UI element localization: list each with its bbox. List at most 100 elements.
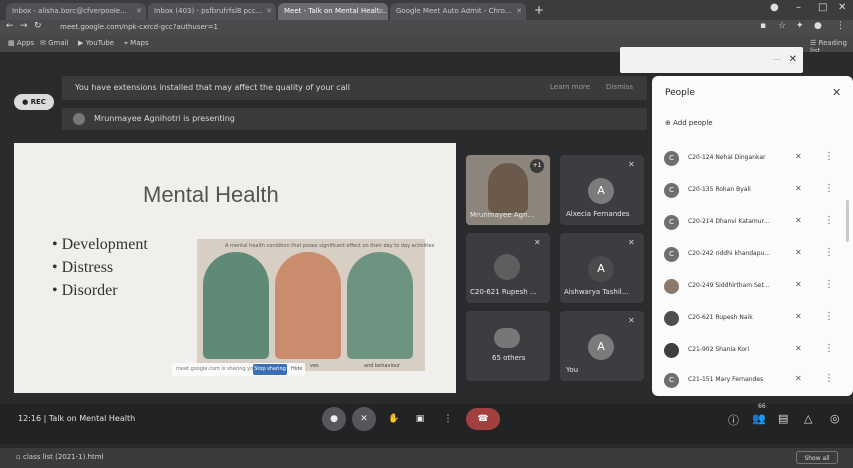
participant-row[interactable]: C C20-135 Rohan Byali ✕ ⋮ [664, 183, 844, 199]
participant-name: C20-621 Rupesh Naik [688, 314, 753, 321]
download-item[interactable]: ▫ class list (2021-1).html [16, 453, 104, 461]
apps-icon: ▦ [8, 39, 17, 47]
mic-off-icon: ✕ [534, 238, 541, 247]
activities-icon[interactable]: △ [804, 412, 812, 425]
participant-row[interactable]: C20-621 Rupesh Naik ✕ ⋮ [664, 311, 844, 327]
participant-row[interactable]: C C20-214 Dhanvi Katamur... ✕ ⋮ [664, 215, 844, 231]
browser-tab-3[interactable]: Meet - Talk on Mental Healt... ✕ [278, 3, 388, 20]
close-icon[interactable]: ✕ [266, 3, 272, 20]
present-button[interactable]: ▣ [408, 407, 432, 431]
close-icon[interactable]: ✕ [136, 3, 142, 20]
minimize-icon[interactable]: – [796, 2, 801, 13]
download-filename: class list (2021-1).html [22, 453, 104, 461]
add-people-button[interactable]: ⊕ Add people [665, 119, 713, 127]
mic-off-icon: ✕ [795, 248, 802, 257]
profile-icon[interactable]: ● [770, 2, 779, 13]
participant-name: C21-902 Shania Kori [688, 346, 750, 353]
participant-row[interactable]: C21-902 Shania Kori ✕ ⋮ [664, 343, 844, 359]
avatar [664, 343, 679, 358]
slide-caption: and behaviour [364, 363, 401, 369]
more-options-icon[interactable]: ⋮ [824, 279, 834, 290]
more-options-icon[interactable]: ⋮ [824, 373, 834, 384]
illustration-panel [347, 252, 413, 359]
learn-more-link[interactable]: Learn more [550, 83, 590, 91]
more-options-icon[interactable]: ⋮ [824, 183, 834, 194]
window-close-icon[interactable]: ✕ [838, 2, 846, 13]
info-icon[interactable]: ⓘ [728, 412, 739, 428]
url-field[interactable]: meet.google.com/npk-cxrcd-gcc?authuser=1 [60, 23, 218, 31]
others-avatar-group [494, 328, 520, 348]
hide-button[interactable]: Hide [291, 364, 303, 375]
participant-video-tile[interactable]: +1 Mrunmayee Agn... [466, 155, 550, 225]
avatar: C [664, 151, 679, 166]
participant-name: Mrunmayee Agn... [470, 211, 535, 219]
dots-icon: ⋯ [773, 55, 781, 64]
browser-tab-2[interactable]: Inbox (403) - psfbrufrfsl8 pcc... ✕ [148, 3, 276, 20]
avatar: C [664, 247, 679, 262]
raise-hand-button[interactable]: ✋ [382, 407, 406, 431]
avatar-icon[interactable]: ● [814, 21, 822, 31]
close-icon[interactable]: ✕ [378, 3, 384, 20]
new-tab-icon[interactable]: + [534, 3, 544, 17]
browser-tab-1[interactable]: Inbox - alisha.borc@cfverpoole... ✕ [6, 3, 146, 20]
separator: | [41, 414, 49, 423]
extension-popup[interactable]: ⋯ ✕ [620, 47, 803, 73]
avatar [494, 254, 520, 280]
star-icon[interactable]: ☆ [778, 21, 786, 31]
puzzle-icon[interactable]: ✦ [796, 21, 804, 31]
reload-icon[interactable]: ↻ [34, 21, 42, 31]
more-options-icon[interactable]: ⋮ [824, 247, 834, 258]
extension-icon[interactable]: ▪ [760, 21, 766, 31]
dismiss-link[interactable]: Dismiss [606, 83, 633, 91]
bookmark-label: Maps [130, 39, 149, 47]
more-options-icon[interactable]: ⋮ [824, 151, 834, 162]
leave-call-button[interactable]: ☎ [466, 408, 500, 430]
host-controls-icon[interactable]: ◎ [830, 412, 840, 425]
participant-row[interactable]: C20-249 Siddhirtham Set... ✕ ⋮ [664, 279, 844, 295]
panel-scrollbar[interactable] [846, 200, 849, 242]
presenter-avatar [73, 113, 85, 125]
others-count: 65 others [492, 354, 526, 362]
meeting-details[interactable]: 12:16 | Talk on Mental Health [18, 414, 135, 423]
bookmark-maps[interactable]: ⌖ Maps [124, 39, 149, 48]
people-icon: 👥 [752, 412, 766, 425]
bookmark-youtube[interactable]: ▶ YouTube [78, 39, 114, 47]
speaking-badge: +1 [530, 159, 544, 173]
close-icon[interactable]: ✕ [789, 54, 797, 65]
participant-row[interactable]: C C20-242 riddhi khandapu... ✕ ⋮ [664, 247, 844, 263]
back-icon[interactable]: ← [6, 21, 14, 31]
participant-row[interactable]: C C20-124 Nehal Dingankar ✕ ⋮ [664, 151, 844, 167]
bookmark-apps[interactable]: ▦ Apps [8, 39, 34, 47]
mic-icon: ● [330, 414, 338, 424]
maximize-icon[interactable]: □ [818, 2, 827, 13]
close-icon[interactable]: ✕ [516, 3, 522, 20]
close-icon[interactable]: ✕ [832, 86, 841, 99]
tab-title: Google Meet Auto Admit - Chro... [396, 7, 512, 15]
bookmark-label: Gmail [48, 39, 69, 47]
avatar: A [588, 334, 614, 360]
participant-row[interactable]: C C21-151 Mary Fernandes ✕ ⋮ [664, 373, 844, 389]
mic-off-icon: ✕ [795, 344, 802, 353]
more-options-button[interactable]: ⋮ [436, 407, 460, 431]
forward-icon[interactable]: → [20, 21, 28, 31]
camera-off-icon: ✕ [360, 414, 368, 424]
mic-toggle-button[interactable]: ● [322, 407, 346, 431]
chat-icon[interactable]: ▤ [778, 412, 788, 425]
camera-toggle-button[interactable]: ✕ [352, 407, 376, 431]
mic-off-icon: ✕ [795, 280, 802, 289]
more-options-icon[interactable]: ⋮ [824, 343, 834, 354]
recording-badge: ● REC [14, 94, 54, 110]
stop-sharing-button[interactable]: Stop sharing [253, 364, 287, 375]
people-button[interactable]: 👥 [752, 412, 766, 425]
more-options-icon[interactable]: ⋮ [824, 311, 834, 322]
participant-name: C20-214 Dhanvi Katamur... [688, 218, 770, 225]
browser-tab-4[interactable]: Google Meet Auto Admit - Chro... ✕ [390, 3, 526, 20]
more-options-icon[interactable]: ⋮ [824, 215, 834, 226]
meeting-time: 12:16 [18, 414, 42, 423]
mic-off-icon: ✕ [795, 312, 802, 321]
bookmark-gmail[interactable]: ✉ Gmail [40, 39, 69, 47]
menu-icon[interactable]: ⋮ [836, 21, 845, 31]
participant-video [488, 163, 528, 213]
show-all-button[interactable]: Show all [796, 451, 838, 464]
slide-bullet: • Disorder [52, 282, 118, 299]
